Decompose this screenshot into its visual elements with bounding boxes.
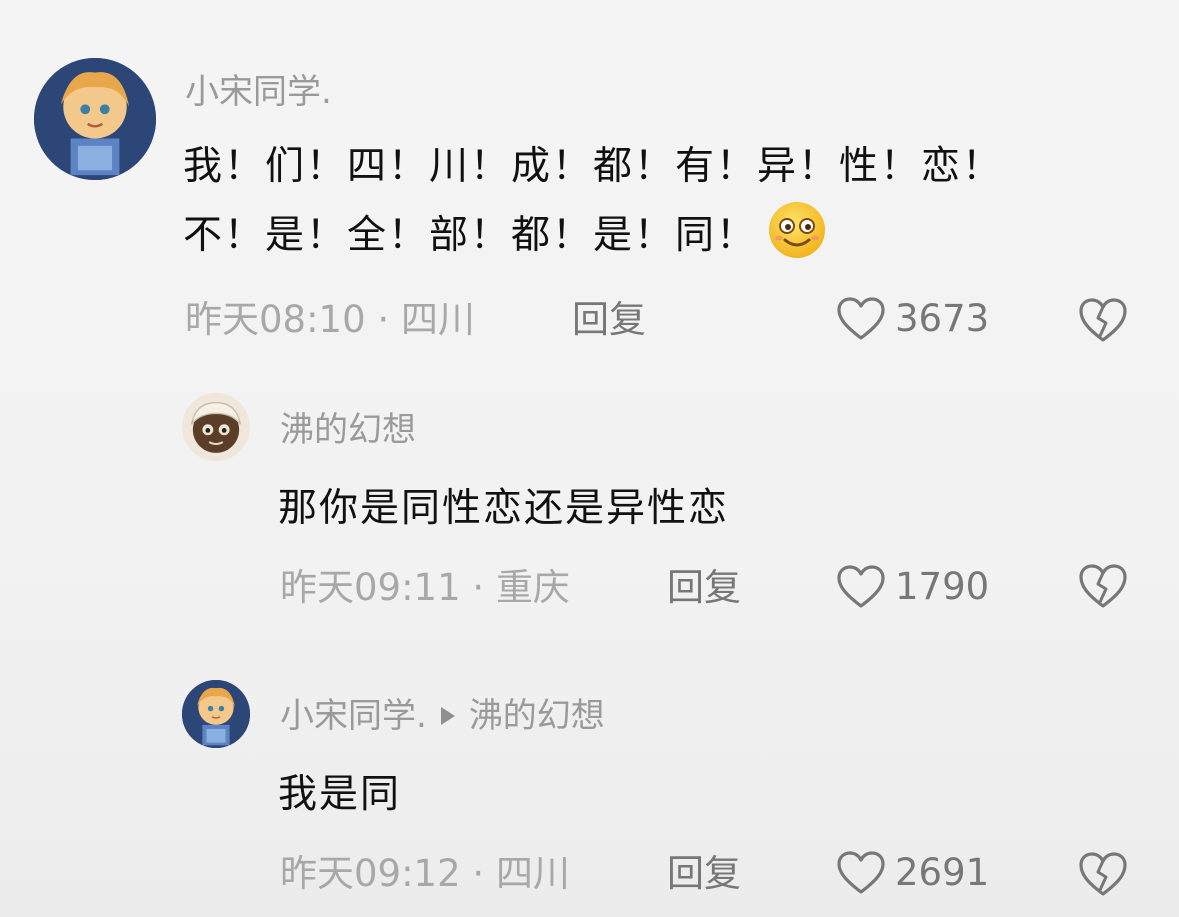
- comment-location: 四川: [495, 852, 570, 895]
- broken-heart-icon: [1079, 298, 1127, 342]
- like-count: 3673: [895, 297, 990, 340]
- meta-separator: ·: [460, 852, 496, 895]
- reply-button[interactable]: 回复: [667, 852, 741, 896]
- comment-meta: 昨天08:10 · 四川: [185, 298, 475, 342]
- comment-location: 重庆: [495, 566, 570, 609]
- comment-time: 昨天08:10: [185, 298, 366, 341]
- avatar[interactable]: [182, 393, 250, 461]
- meta-separator: ·: [460, 566, 496, 609]
- dislike-button[interactable]: [1077, 562, 1129, 610]
- smiling-face-emoji-icon: [767, 200, 827, 260]
- comment-line-2: 不！是！全！部！都！是！同！: [183, 200, 1003, 269]
- username[interactable]: 沸的幻想: [280, 410, 416, 450]
- meta-separator: ·: [365, 298, 401, 341]
- comment-line: 那你是同性恋还是异性恋: [278, 486, 730, 531]
- broken-heart-icon: [1079, 564, 1127, 608]
- comment-location: 四川: [400, 298, 475, 341]
- comment-text: 那你是同性恋还是异性恋: [278, 476, 729, 542]
- comment-time: 昨天09:11: [280, 566, 461, 609]
- comment-line: 我是同: [278, 772, 402, 817]
- heart-outline-icon: [837, 297, 885, 340]
- like-count: 2691: [895, 851, 990, 894]
- broken-heart-icon: [1079, 852, 1127, 896]
- comment-text: 我！们！四！川！成！都！有！异！性！恋！ 不！是！全！部！都！是！同！: [183, 134, 1003, 269]
- dislike-button[interactable]: [1077, 296, 1129, 344]
- heart-outline-icon: [837, 565, 885, 608]
- comment-meta: 昨天09:12 · 四川: [280, 852, 570, 896]
- reply-header: 小宋同学. 沸的幻想: [280, 696, 605, 736]
- username[interactable]: 小宋同学.: [280, 696, 427, 736]
- like-button[interactable]: 1790: [835, 564, 989, 610]
- comment-meta: 昨天09:11 · 重庆: [280, 566, 570, 610]
- comment-time: 昨天09:12: [280, 852, 461, 895]
- comment-thread: 小宋同学. 我！们！四！川！成！都！有！异！性！恋！ 不！是！全！部！都！是！同…: [0, 0, 1179, 917]
- like-button[interactable]: 3673: [835, 296, 989, 342]
- reply-to-username[interactable]: 沸的幻想: [469, 696, 605, 736]
- reply-arrow-icon: [440, 706, 455, 725]
- heart-outline-icon: [837, 851, 885, 894]
- comment-text: 我是同: [278, 762, 401, 828]
- comment-line: 我！们！四！川！成！都！有！异！性！恋！: [183, 144, 1004, 189]
- reply-button[interactable]: 回复: [572, 298, 646, 342]
- dislike-button[interactable]: [1077, 850, 1129, 898]
- comment-line-text: 不！是！全！部！都！是！同！: [183, 213, 758, 258]
- username[interactable]: 小宋同学.: [185, 72, 332, 112]
- avatar[interactable]: [182, 680, 250, 748]
- like-button[interactable]: 2691: [835, 850, 989, 896]
- reply-button[interactable]: 回复: [667, 566, 741, 610]
- like-count: 1790: [895, 565, 990, 608]
- avatar[interactable]: [34, 58, 156, 180]
